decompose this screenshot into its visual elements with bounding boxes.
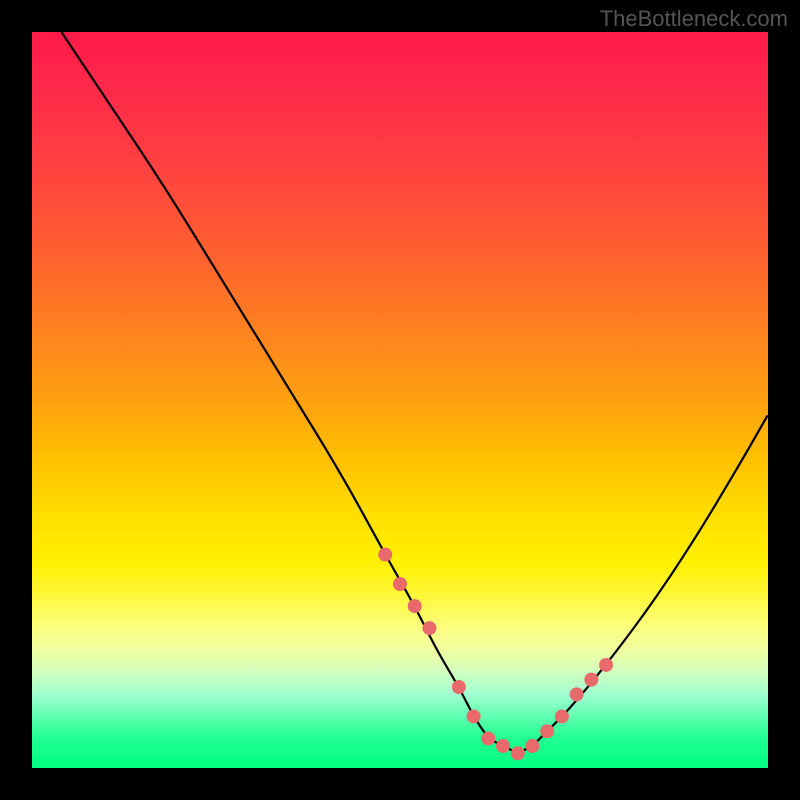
highlight-dot bbox=[378, 548, 392, 562]
bottleneck-curve bbox=[61, 32, 768, 751]
plot-area bbox=[32, 32, 768, 768]
highlight-dot bbox=[540, 724, 554, 738]
highlight-dots-group bbox=[378, 548, 613, 761]
highlight-dot bbox=[467, 709, 481, 723]
highlight-dot bbox=[511, 746, 525, 760]
highlight-dot bbox=[496, 739, 510, 753]
chart-svg bbox=[32, 32, 768, 768]
highlight-dot bbox=[452, 680, 466, 694]
highlight-dot bbox=[393, 577, 407, 591]
highlight-dot bbox=[555, 709, 569, 723]
highlight-dot bbox=[481, 732, 495, 746]
highlight-dot bbox=[599, 658, 613, 672]
highlight-dot bbox=[422, 621, 436, 635]
watermark-text: TheBottleneck.com bbox=[600, 6, 788, 32]
highlight-dot bbox=[570, 687, 584, 701]
highlight-dot bbox=[525, 739, 539, 753]
highlight-dot bbox=[584, 673, 598, 687]
highlight-dot bbox=[408, 599, 422, 613]
